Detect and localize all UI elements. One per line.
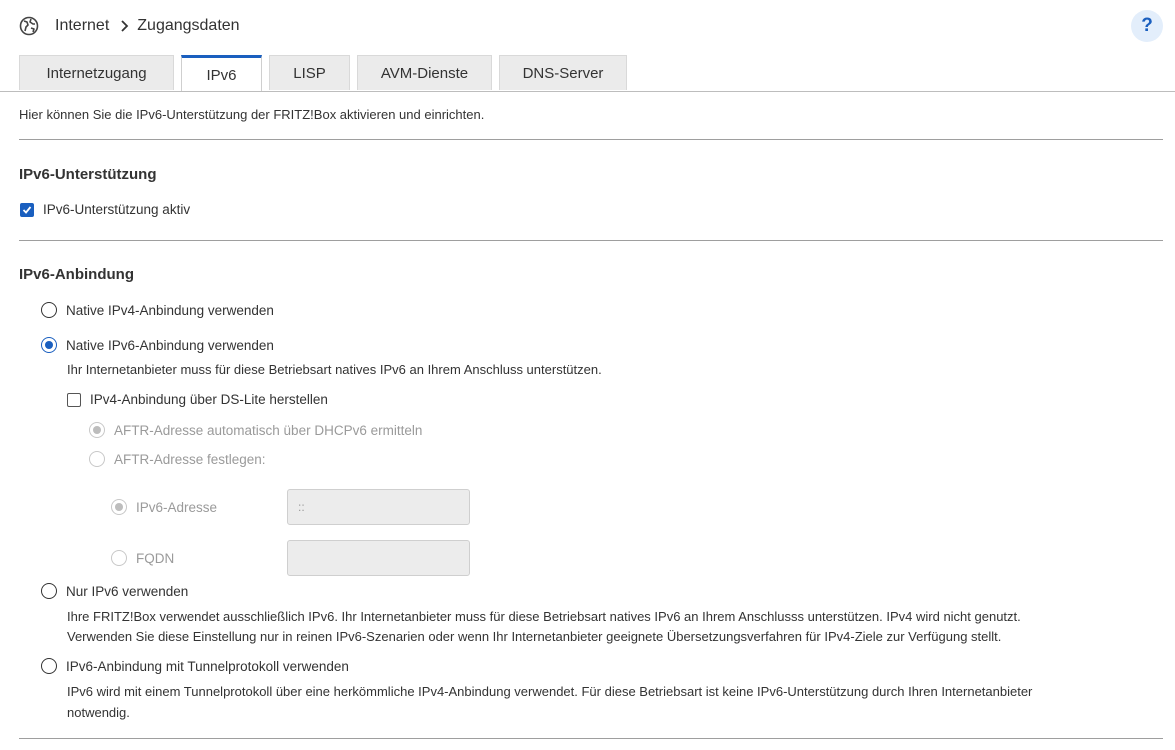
radio-label: Nur IPv6 verwenden	[66, 583, 189, 599]
divider	[19, 738, 1163, 739]
radio-button[interactable]	[41, 583, 57, 599]
tab-avm-dienste[interactable]: AVM-Dienste	[357, 55, 492, 90]
radio-aftr-fqdn[interactable]: FQDN	[111, 550, 174, 566]
radio-label: IPv6-Anbindung mit Tunnelprotokoll verwe…	[66, 658, 349, 674]
tab-lisp[interactable]: LISP	[269, 55, 350, 90]
tab-bar: Internetzugang IPv6 LISP AVM-Dienste DNS…	[19, 55, 634, 92]
radio-tunnel[interactable]: IPv6-Anbindung mit Tunnelprotokoll verwe…	[41, 658, 349, 674]
radio-label: AFTR-Adresse automatisch über DHCPv6 erm…	[114, 422, 423, 438]
tab-dns-server[interactable]: DNS-Server	[499, 55, 627, 90]
radio-label: Native IPv6-Anbindung verwenden	[66, 337, 274, 353]
option-hint: Ihr Internetanbieter muss für diese Betr…	[67, 362, 602, 377]
divider	[19, 139, 1163, 140]
radio-aftr-auto[interactable]: AFTR-Adresse automatisch über DHCPv6 erm…	[89, 422, 422, 438]
support-checkbox-label: IPv6-Unterstützung aktiv	[43, 202, 191, 217]
checkmark-icon	[22, 205, 32, 214]
radio-native-ipv6[interactable]: Native IPv6-Anbindung verwenden	[41, 337, 274, 353]
tab-internetzugang[interactable]: Internetzugang	[19, 55, 174, 90]
radio-button[interactable]	[41, 337, 57, 353]
support-checkbox-row[interactable]: IPv6-Unterstützung aktiv	[20, 202, 190, 217]
radio-label: FQDN	[136, 550, 175, 566]
radio-button[interactable]	[41, 302, 57, 318]
dslite-checkbox-label: IPv4-Anbindung über DS-Lite herstellen	[90, 392, 328, 407]
radio-aftr-manual[interactable]: AFTR-Adresse festlegen:	[89, 451, 266, 467]
breadcrumb: Internet Zugangsdaten	[19, 14, 240, 38]
option-hint: IPv6 wird mit einem Tunnelprotokoll über…	[67, 684, 1033, 699]
breadcrumb-page: Zugangsdaten	[137, 17, 240, 34]
dslite-checkbox-row[interactable]: IPv4-Anbindung über DS-Lite herstellen	[67, 392, 328, 407]
tab-ipv6[interactable]: IPv6	[181, 55, 262, 92]
dslite-checkbox[interactable]	[67, 392, 81, 407]
support-checkbox[interactable]	[20, 202, 34, 217]
breadcrumb-section[interactable]: Internet	[55, 17, 109, 35]
divider	[19, 240, 1163, 241]
radio-label: Native IPv4-Anbindung verwenden	[66, 302, 274, 318]
radio-button[interactable]	[41, 658, 57, 674]
radio-button[interactable]	[89, 422, 105, 438]
aftr-fqdn-input[interactable]	[287, 540, 470, 576]
radio-label: IPv6-Adresse	[136, 499, 218, 515]
option-hint: notwendig.	[67, 705, 130, 720]
aftr-ipv6-input[interactable]: ::	[287, 489, 470, 525]
tab-divider	[0, 91, 1175, 92]
radio-button[interactable]	[111, 499, 127, 515]
radio-button[interactable]	[89, 451, 105, 467]
radio-label: AFTR-Adresse festlegen:	[114, 451, 266, 467]
help-button[interactable]: ?	[1131, 10, 1163, 42]
option-hint: Ihre FRITZ!Box verwendet ausschließlich …	[67, 609, 1021, 624]
section-heading-binding: IPv6-Anbindung	[19, 266, 134, 283]
radio-aftr-ipv6[interactable]: IPv6-Adresse	[111, 499, 217, 515]
page-description: Hier können Sie die IPv6-Unterstützung d…	[19, 107, 485, 122]
radio-ipv6-only[interactable]: Nur IPv6 verwenden	[41, 583, 188, 599]
radio-native-ipv4[interactable]: Native IPv4-Anbindung verwenden	[41, 302, 274, 318]
chevron-right-icon	[121, 20, 129, 32]
radio-button[interactable]	[111, 550, 127, 566]
option-hint: Verwenden Sie diese Einstellung nur in r…	[67, 629, 1002, 644]
globe-icon	[19, 16, 39, 36]
section-heading-support: IPv6-Unterstützung	[19, 166, 157, 183]
